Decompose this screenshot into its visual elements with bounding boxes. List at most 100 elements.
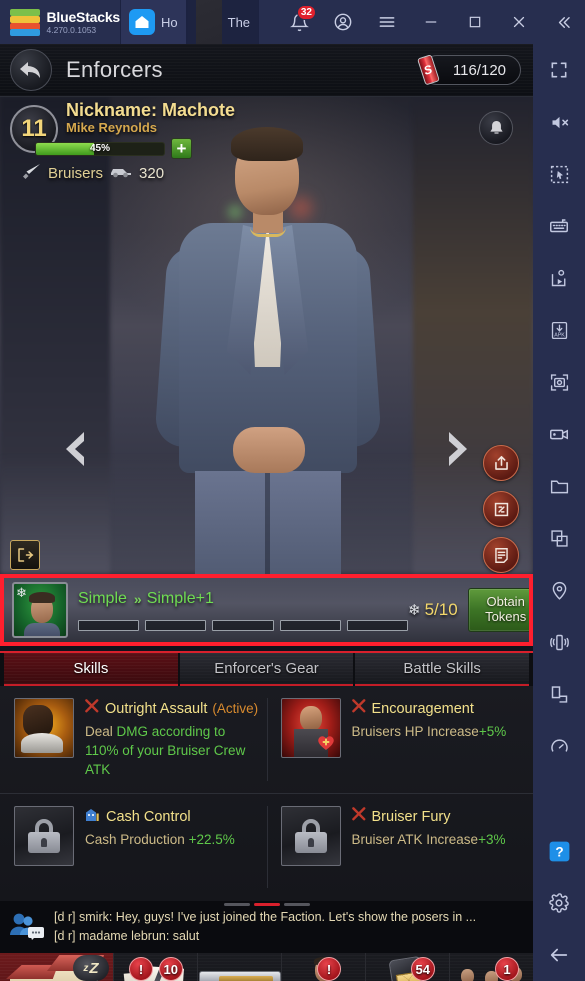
rank-progress: Simple » Simple+1 [78, 582, 409, 638]
faction-icon [450, 953, 533, 981]
bluestacks-sidebar: APK ? [533, 44, 585, 981]
heart-plus-icon [316, 733, 336, 751]
hero-side-actions [483, 445, 519, 573]
settings-icon[interactable] [533, 877, 585, 929]
chevron-left-icon[interactable] [58, 427, 92, 471]
chat-dot-active[interactable] [253, 903, 280, 906]
skill-desc-highlight: +5% [478, 724, 507, 740]
plus-icon[interactable]: + [171, 138, 192, 160]
energy-counter[interactable]: S 116/120 [416, 54, 521, 86]
nav-item-enforcers[interactable]: ! Enforcers [281, 953, 365, 981]
share-icon[interactable] [483, 445, 519, 481]
install-apk-icon[interactable]: APK [533, 304, 585, 356]
nav-item-home[interactable]: zZ [0, 953, 113, 981]
skill-item-encouragement[interactable]: Encouragement Bruisers HP Increase+5% [266, 686, 534, 793]
skill-description: Deal DMG according to 110% of your Bruis… [85, 722, 259, 779]
account-button[interactable] [321, 0, 365, 44]
enforcer-portrait-icon[interactable]: ❄ [12, 582, 68, 638]
enforcer-character-art [117, 127, 417, 574]
alert-badge: ! [129, 957, 153, 981]
maximize-icon[interactable] [453, 0, 497, 44]
token-counter: ❄ 5/10 [408, 600, 458, 620]
nav-item-tasks[interactable]: ! 10 Tasks [113, 953, 197, 981]
rotate-icon[interactable] [533, 668, 585, 720]
back-icon[interactable] [533, 929, 585, 981]
exit-door-icon[interactable] [10, 540, 40, 570]
bluestacks-titlebar: BlueStacks 4.270.0.1053 Ho The 32 [0, 0, 585, 44]
obtain-tokens-button[interactable]: Obtain Tokens [467, 588, 529, 632]
skill-desc-highlight: +22.5% [188, 832, 235, 848]
notifications-button[interactable]: 32 [277, 0, 321, 44]
location-icon[interactable] [533, 564, 585, 616]
skill-description: Cash Production +22.5% [85, 830, 259, 849]
fullscreen-icon[interactable] [533, 44, 585, 96]
multi-instance-icon[interactable] [533, 512, 585, 564]
content-tab-bar: Skills Enforcer's Gear Battle Skills [0, 651, 533, 686]
chat-panel[interactable]: [d r] smirk: Hey, guys! I've just joined… [0, 901, 533, 953]
player-info-panel: 11 Nickname: Machote Mike Reynolds 45% + [10, 101, 260, 184]
skill-name: Bruiser Fury [371, 809, 451, 825]
resize-icon[interactable] [483, 491, 519, 527]
bluestacks-brand-name: BlueStacks [46, 8, 121, 25]
media-folder-icon[interactable] [533, 460, 585, 512]
skill-item-outright-assault[interactable]: Outright Assault (Active) Deal DMG accor… [0, 686, 267, 793]
rank-pip-bar [78, 620, 409, 631]
skill-desc-highlight: +3% [478, 832, 506, 848]
puzzle-piece-icon: ❄ [16, 585, 27, 600]
notes-icon[interactable] [483, 537, 519, 573]
screenshot-icon[interactable] [533, 356, 585, 408]
chat-line: [d r] smirk: Hey, guys! I've just joined… [54, 910, 477, 925]
crossed-swords-icon [351, 807, 367, 827]
tab-skills[interactable]: Skills [4, 653, 178, 686]
skill-desc-part: Bruiser ATK Increase [351, 832, 479, 848]
chevron-right-icon[interactable] [441, 427, 475, 471]
lock-icon [28, 819, 60, 853]
help-icon[interactable]: ? [533, 825, 585, 877]
bluestacks-tab-game[interactable]: The [186, 0, 260, 44]
bluestacks-tab-game-label: The [227, 14, 251, 30]
svg-text:?: ? [555, 844, 563, 859]
cash-control-locked-icon [14, 806, 74, 866]
double-chevron-left-icon[interactable] [541, 0, 585, 44]
keyboard-controls-icon[interactable] [533, 200, 585, 252]
skill-title: Encouragement [351, 699, 526, 719]
nav-item-mail[interactable]: 54 Mail [365, 953, 449, 981]
rank-pip [78, 620, 140, 631]
multi-point-click-icon[interactable] [533, 148, 585, 200]
skill-item-cash-control[interactable]: Cash Control Cash Production +22.5% [0, 794, 267, 900]
nav-item-faction[interactable]: 1 Faction [449, 953, 533, 981]
eco-mode-icon[interactable] [533, 720, 585, 772]
player-crew-count: 320 [139, 165, 165, 183]
skill-name: Cash Control [106, 809, 191, 825]
bell-icon[interactable] [479, 111, 513, 145]
outright-assault-icon [14, 698, 74, 758]
bluestacks-tab-home[interactable]: Ho [120, 0, 187, 44]
rank-row: Simple » Simple+1 [78, 582, 408, 608]
mute-icon[interactable] [533, 96, 585, 148]
nav-item-inventory[interactable]: Inventory [197, 953, 281, 981]
bluestacks-brand: BlueStacks 4.270.0.1053 [46, 8, 121, 35]
app-root: BlueStacks 4.270.0.1053 Ho The 32 APK ? … [0, 0, 585, 981]
skill-desc-part: Cash Production [85, 832, 189, 848]
back-arrow-icon[interactable] [10, 49, 52, 91]
tab-enforcers-gear[interactable]: Enforcer's Gear [179, 653, 354, 686]
bluestacks-logo-icon [10, 9, 40, 36]
close-icon[interactable] [497, 0, 541, 44]
chat-dot[interactable] [283, 903, 310, 906]
chat-dot[interactable] [223, 903, 250, 906]
bluestacks-tab-home-label: Ho [161, 14, 178, 30]
screen-record-icon[interactable] [533, 408, 585, 460]
building-icon [85, 807, 101, 827]
obtain-tokens-label-line1: Obtain [486, 594, 525, 610]
tab-battle-skills[interactable]: Battle Skills [355, 653, 530, 686]
hamburger-menu-icon[interactable] [365, 0, 409, 44]
shake-icon[interactable] [533, 616, 585, 668]
sleep-badge: zZ [73, 955, 109, 981]
skill-title: Cash Control [85, 807, 259, 827]
player-xp-bar: 45% [35, 141, 165, 156]
sword-icon [20, 163, 42, 184]
chat-messages: [d r] smirk: Hey, guys! I've just joined… [54, 908, 525, 946]
macro-recorder-icon[interactable] [533, 252, 585, 304]
skill-item-bruiser-fury[interactable]: Bruiser Fury Bruiser ATK Increase+3% [266, 794, 534, 900]
minimize-icon[interactable] [409, 0, 453, 44]
